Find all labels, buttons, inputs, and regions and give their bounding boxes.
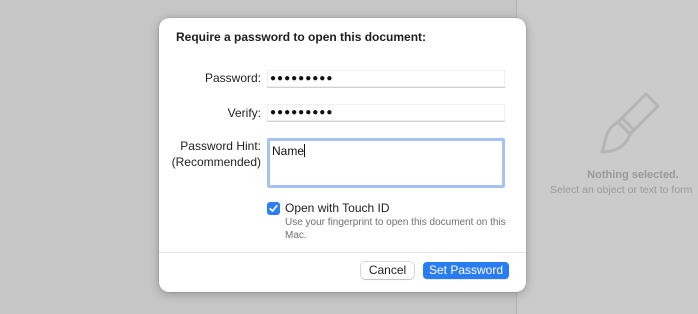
verify-field[interactable]: ●●●●●●●●● [267, 104, 505, 122]
dialog-title: Require a password to open this document… [176, 30, 427, 44]
empty-state-title: Nothing selected. [587, 169, 679, 181]
hint-field[interactable]: Name [267, 138, 505, 188]
hint-label-line1: Password Hint: [180, 139, 261, 153]
hint-label: Password Hint: (Recommended) [172, 138, 261, 170]
password-field[interactable]: ●●●●●●●●● [267, 70, 505, 88]
touch-id-checkbox[interactable] [267, 202, 280, 215]
password-dialog: Require a password to open this document… [159, 18, 526, 292]
set-password-button[interactable]: Set Password [423, 262, 509, 279]
touch-id-help: Use your fingerprint to open this docume… [285, 217, 506, 241]
verify-label: Verify: [227, 106, 261, 120]
hint-label-line2: (Recommended) [171, 155, 261, 169]
touch-id-label[interactable]: Open with Touch ID [285, 201, 390, 215]
checkmark-icon [269, 204, 278, 212]
text-caret [304, 144, 306, 157]
dialog-separator [159, 252, 526, 253]
password-label: Password: [204, 71, 261, 85]
paintbrush-icon [600, 92, 660, 154]
empty-state-subtitle: Select an object or text to form [550, 184, 693, 196]
cancel-button[interactable]: Cancel [361, 262, 414, 279]
hint-field-value: Name [272, 144, 305, 158]
